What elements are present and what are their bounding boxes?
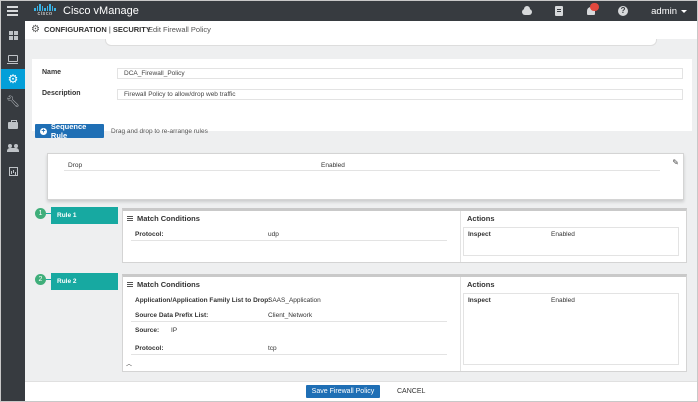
collapsed-panel [105,39,657,46]
sequence-rule-button[interactable]: + Sequence Rule [35,122,104,140]
dashboard-icon [8,30,18,40]
sidebar-item-tools[interactable]: 🔧︎ [1,92,25,112]
sidebar-item-maintenance[interactable] [1,115,25,135]
cancel-button[interactable]: CANCEL [397,385,425,398]
policy-details-card: Name DCA_Firewall_Policy Description Fir… [32,59,692,131]
actions-heading: Actions [467,280,495,289]
notification-badge [590,3,600,11]
default-action: Drop [68,162,83,169]
rule-card[interactable]: Match Conditions Application/Application… [122,274,687,372]
sidebar-item-analytics[interactable] [1,161,25,181]
action-label: Inspect [468,231,491,238]
condition-row: Source: IP [135,327,178,334]
rule-card[interactable]: Match Conditions Protocol: udp Actions I… [122,208,687,263]
description-label: Description [42,90,81,97]
sidebar-item-configuration[interactable]: ⚙ [1,69,25,89]
action-label: Inspect [468,297,491,304]
top-bar: cisco Cisco vManage ? admin [1,1,697,21]
help-icon[interactable]: ? [617,5,629,17]
tasks-icon[interactable] [553,5,565,17]
hamburger-icon[interactable] [7,6,18,16]
footer-bar: Save Firewall Policy CANCEL [25,381,697,401]
default-action-status: Enabled [321,162,345,169]
default-action-card: Drop Enabled ✎ [47,153,684,200]
rule-tab[interactable]: Rule 1 [51,207,118,224]
briefcase-icon [8,119,18,129]
name-label: Name [42,69,62,76]
plus-icon: + [40,127,47,135]
page-title: Edit Firewall Policy [148,25,211,34]
match-conditions-heading: Match Conditions [127,280,200,289]
actions-box: Inspect Enabled [463,227,679,256]
action-value: Enabled [551,297,575,304]
rule-tab[interactable]: Rule 2 [51,273,118,290]
actions-heading: Actions [467,214,495,223]
sidebar: ⚙ 🔧︎ [1,21,25,401]
chevron-down-icon [681,9,687,13]
sidebar-item-administration[interactable] [1,138,25,158]
description-field[interactable]: Firewall Policy to allow/drop web traffi… [117,89,683,100]
users-icon [6,144,19,152]
collapse-chevron-icon[interactable]: ︿ [126,359,132,368]
rule-number-badge: 1 [35,208,46,219]
chart-icon [8,166,18,176]
bell-icon[interactable] [585,3,600,17]
edit-pencil-icon[interactable]: ✎ [672,158,679,167]
drag-handle-icon[interactable] [127,215,133,222]
condition-row: Protocol: tcp [131,343,447,355]
actions-box: Inspect Enabled [463,293,679,365]
monitor-icon [7,54,18,64]
gear-icon: ⚙ [7,72,19,86]
condition-row: Protocol: udp [131,229,447,241]
breadcrumb: ⚙ CONFIGURATION | SECURITY Edit Firewall… [25,21,697,39]
condition-row: Source Data Prefix List: Client_Network [131,310,447,322]
name-field[interactable]: DCA_Firewall_Policy [117,68,683,79]
sidebar-item-monitor[interactable] [1,48,25,68]
save-policy-button[interactable]: Save Firewall Policy [306,385,380,398]
condition-row: Application/Application Family List to D… [135,297,321,304]
cisco-logo: cisco [31,4,59,18]
rule-number-badge: 2 [35,274,46,285]
main-content: Name DCA_Firewall_Policy Description Fir… [25,39,697,381]
wrench-icon: 🔧︎ [6,95,20,108]
cloud-icon[interactable] [521,5,533,17]
sequence-rule-label: Sequence Rule [50,122,87,140]
user-menu[interactable]: admin [651,6,687,17]
breadcrumb-section: CONFIGURATION | SECURITY [44,25,151,34]
sidebar-item-dashboard[interactable] [1,25,25,45]
action-value: Enabled [551,231,575,238]
drag-hint: Drag and drop to re-arrange rules [111,128,208,135]
match-conditions-heading: Match Conditions [127,214,200,223]
username: admin [651,5,677,17]
drag-handle-icon[interactable] [127,281,133,288]
gear-icon: ⚙ [31,24,40,35]
app-title: Cisco vManage [63,5,139,17]
